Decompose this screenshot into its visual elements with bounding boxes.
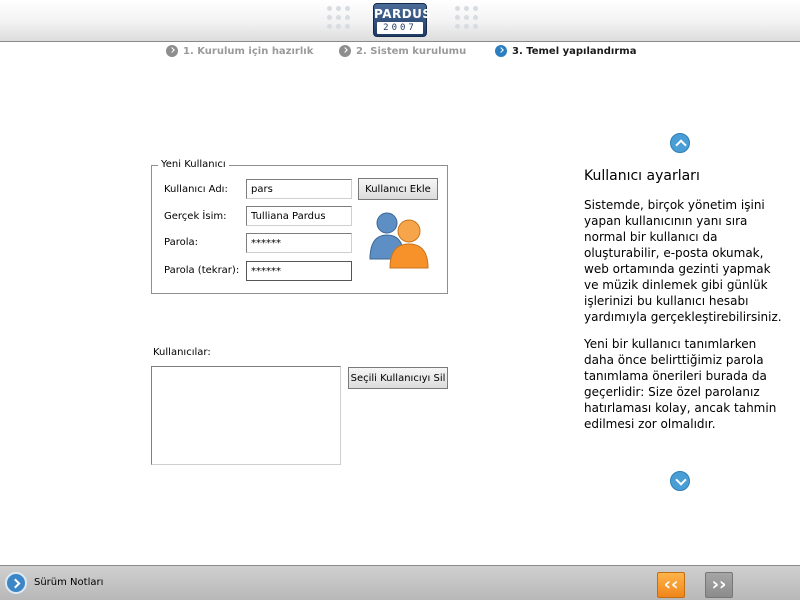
header-bar: PARDUS 2007 [0,0,800,42]
realname-input[interactable] [246,206,352,226]
password-input[interactable] [246,233,352,253]
users-listbox[interactable] [151,366,341,465]
release-notes-link[interactable]: Sürüm Notları [34,577,103,588]
username-label: Kullanıcı Adı: [164,184,228,195]
pardus-logo: PARDUS 2007 [373,3,432,37]
delete-user-button[interactable]: Seçili Kullanıcıyı Sil [348,367,448,389]
footer-bar: Sürüm Notları ‹‹ ›› [0,565,800,600]
password-confirm-label: Parola (tekrar): [164,265,240,276]
step-label: 1. Kurulum için hazırlık [183,45,314,57]
next-button[interactable]: ›› [705,572,733,598]
step-label: 2. Sistem kurulumu [356,45,467,57]
step-arrow-icon [166,45,178,57]
step-arrow-icon [339,45,351,57]
step-preparation: 1. Kurulum için hazırlık [166,44,313,58]
add-user-button[interactable]: Kullanıcı Ekle [358,178,438,200]
group-title: Yeni Kullanıcı [158,159,229,171]
username-input[interactable] [246,179,352,199]
password-label: Parola: [164,237,198,248]
decorative-dots-right [455,6,485,34]
help-title: Kullanıcı ayarları [584,168,700,184]
back-button[interactable]: ‹‹ [657,572,685,598]
release-notes-icon[interactable] [5,572,27,594]
step-label: 3. Temel yapılandırma [512,45,637,57]
help-paragraph: Yeni bir kullanıcı tanımlarken daha önce… [584,337,777,431]
users-list-label: Kullanıcılar: [153,347,211,358]
help-scroll-down-icon[interactable] [670,471,690,491]
decorative-dots-left [327,6,357,34]
realname-label: Gerçek İsim: [164,211,227,222]
install-steps: 1. Kurulum için hazırlık 2. Sistem kurul… [0,44,800,60]
password-confirm-input[interactable] [246,261,352,281]
step-arrow-icon [495,45,507,57]
logo-year: 2007 [377,22,423,34]
help-panel: Kullanıcı ayarları Sistemde, birçok yöne… [584,168,784,443]
help-paragraph: Sistemde, birçok yönetim işini yapan kul… [584,198,782,324]
users-icon [369,212,429,269]
step-system-install: 2. Sistem kurulumu [339,44,466,58]
step-basic-config: 3. Temel yapılandırma [495,44,636,58]
logo-brand: PARDUS [374,7,432,21]
help-scroll-up-icon[interactable] [670,133,690,153]
